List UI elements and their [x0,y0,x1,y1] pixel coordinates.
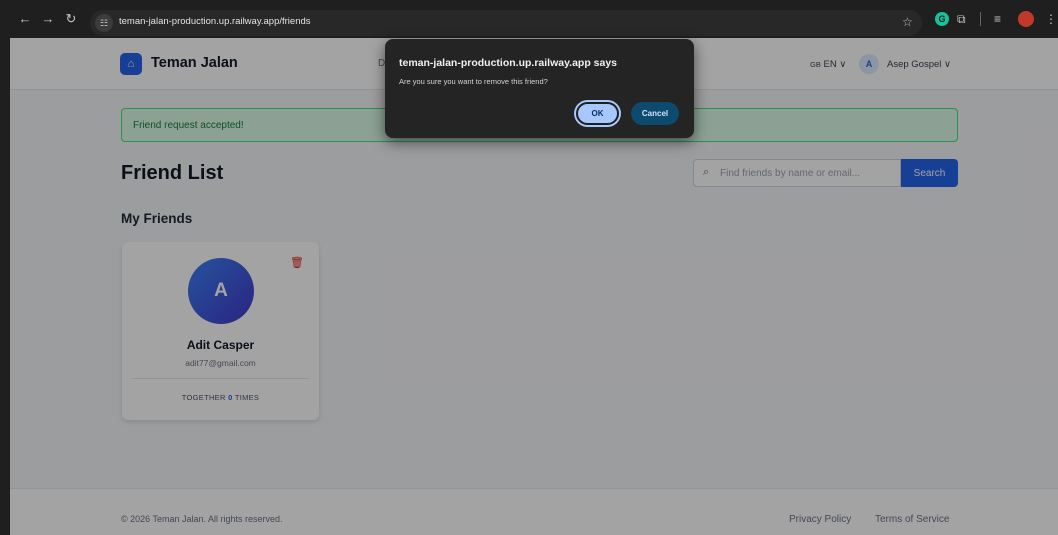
reload-icon[interactable]: ↻ [64,12,78,26]
forward-arrow-icon[interactable]: → [41,12,55,26]
profile-avatar-icon[interactable] [1018,11,1034,27]
reading-list-icon[interactable]: ≡ [994,12,1001,26]
url-text[interactable]: teman-jalan-production.up.railway.app/fr… [119,16,311,27]
browser-toolbar: ← → ↻ ☷ teman-jalan-production.up.railwa… [0,0,1058,38]
dialog-title: teman-jalan-production.up.railway.app sa… [399,57,618,69]
toolbar-divider [980,12,981,26]
site-settings-icon[interactable]: ☷ [95,14,113,32]
bookmark-star-icon[interactable]: ☆ [902,15,913,29]
extensions-puzzle-icon[interactable]: ⧉ [957,12,966,26]
dialog-message: Are you sure you want to remove this fri… [399,77,548,86]
address-bar[interactable]: ☷ teman-jalan-production.up.railway.app/… [90,10,922,36]
grammarly-extension-icon[interactable]: G [935,12,949,26]
back-arrow-icon[interactable]: ← [18,12,32,26]
cancel-button[interactable]: Cancel [631,102,679,125]
browser-menu-icon[interactable]: ⋮ [1045,12,1057,26]
confirm-dialog: teman-jalan-production.up.railway.app sa… [385,39,694,138]
ok-button[interactable]: OK [576,102,619,125]
